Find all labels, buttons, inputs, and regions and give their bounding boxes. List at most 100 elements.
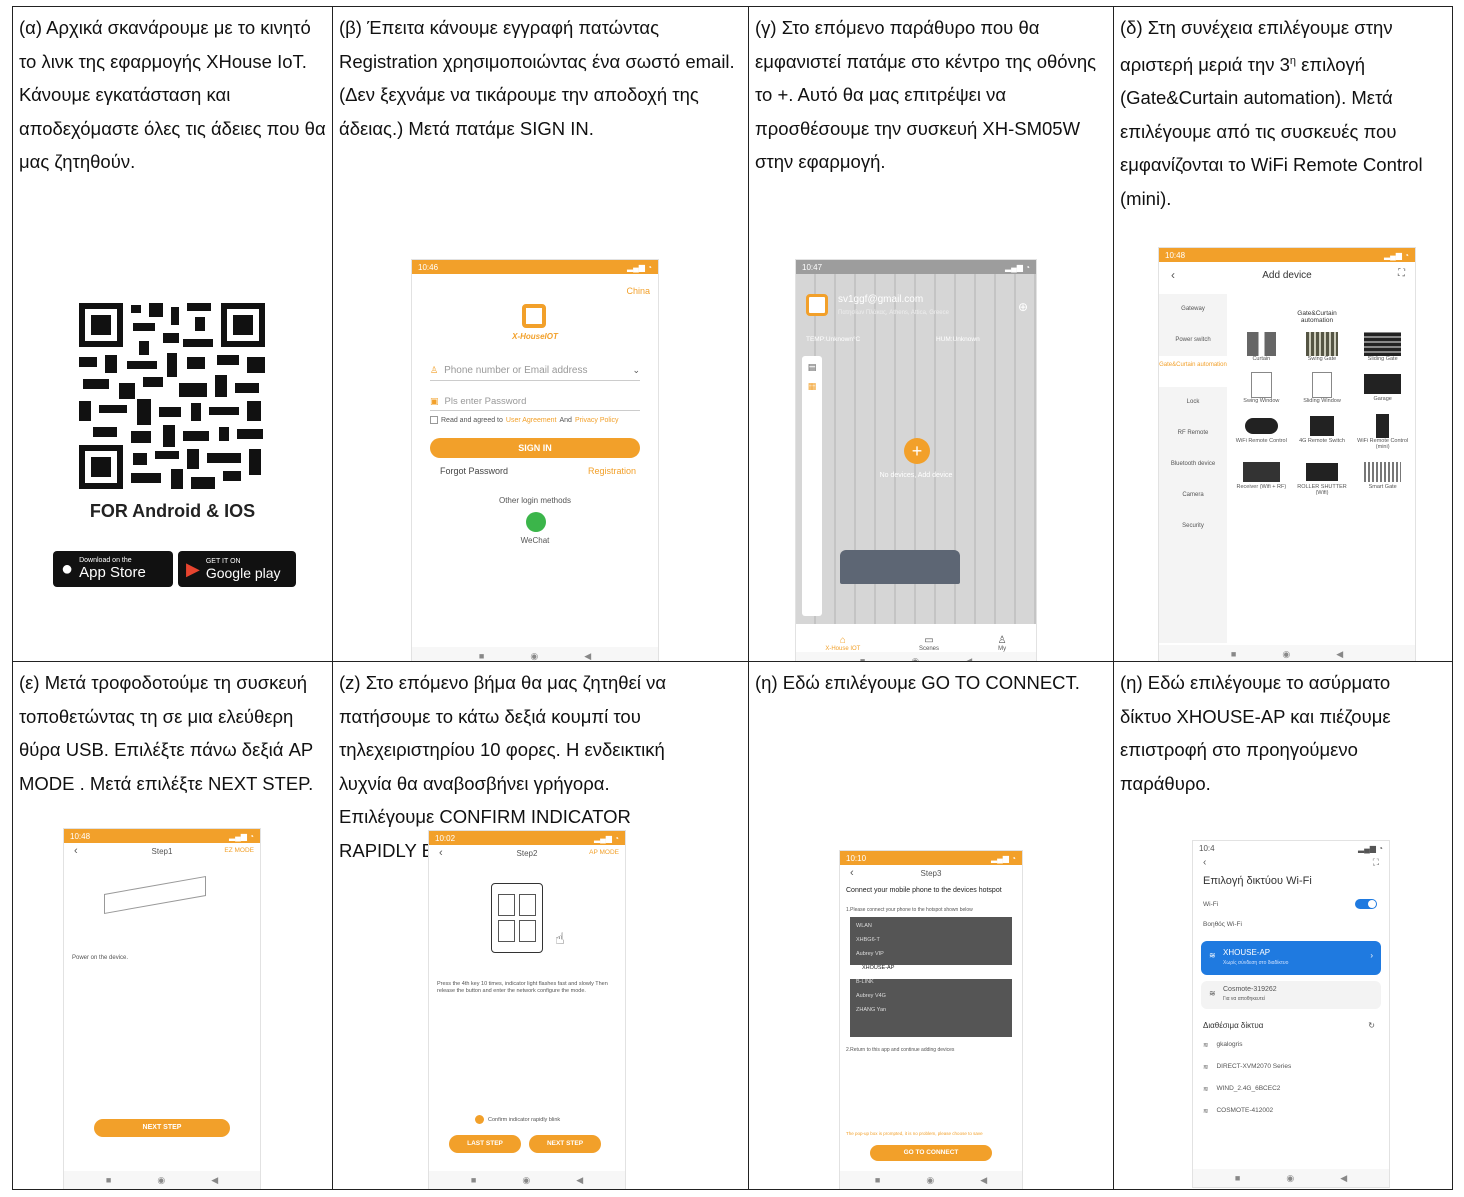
network-item[interactable]: ≋ WIND_2.4G_6BCEC2 [1203,1085,1379,1107]
google-play-badge[interactable]: ▶ GET IT ON Google play [178,551,296,587]
back-icon[interactable]: ◀ [576,1175,583,1186]
checkbox-checked-icon[interactable] [475,1115,484,1124]
password-field[interactable]: ▣ Pls enter Password [430,392,640,411]
ez-mode-button[interactable]: EZ MODE [224,847,254,854]
device-receiver[interactable]: Receiver (Wifi + RF) [1231,460,1292,496]
caption-b: (β) Έπειτα κάνουμε εγγραφή πατώντας Regi… [339,17,735,139]
scan-icon[interactable]: ⛶ [1398,268,1405,279]
cell-d: (δ) Στη συνέχεια επιλέγουμε στην αριστερ… [1113,6,1453,662]
device-smart-gate[interactable]: Smart Gate [1352,460,1413,496]
category-item[interactable]: Bluetooth device [1159,449,1227,480]
device-roller-shutter[interactable]: ROLLER SHUTTER (Wifi) [1292,460,1353,496]
next-step-button[interactable]: NEXT STEP [529,1135,601,1153]
category-item[interactable]: Gateway [1159,294,1227,325]
page-title: Επιλογή δικτύου Wi-Fi [1203,875,1312,887]
cell-h2: (η) Εδώ επιλέγουμε το ασύρματο δίκτυο XH… [1113,661,1453,1190]
next-step-button[interactable]: NEXT STEP [94,1119,230,1137]
cell-c: (γ) Στο επόμενο παράθυρο που θα εμφανιστ… [748,6,1114,662]
network-item[interactable]: ≋ DIRECT-XVM2070 Series [1203,1063,1379,1085]
gateway-icon[interactable]: ▤ [802,362,822,373]
device-curtain[interactable]: Curtain [1231,332,1292,362]
back-icon[interactable]: ◀ [584,651,591,661]
tab-my[interactable]: ♙ My [998,635,1007,652]
tab-home[interactable]: ⌂ X-House IOT [825,635,860,652]
device-garage[interactable]: Garage [1352,372,1413,404]
category-item[interactable]: Security [1159,511,1227,542]
device-sliding-gate[interactable]: Sliding Gate [1352,332,1413,362]
page-title: Step3 [920,869,942,878]
ap-mode-button[interactable]: AP MODE [589,849,619,856]
app-store-badge[interactable]: ● Download on the App Store [53,551,173,587]
back-icon[interactable]: ◀ [980,1175,987,1186]
recent-icon[interactable]: ■ [471,1175,476,1185]
email-field[interactable]: ♙ Phone number or Email address ⌄ [430,360,640,381]
device-swing-gate[interactable]: Swing Gate [1292,332,1353,362]
platforms-label: FOR Android & IOS [89,501,256,521]
window-icon [1251,372,1272,398]
category-item-selected[interactable]: Gate&Curtain automation [1159,356,1227,387]
cell-a: (α) Αρχικά σκανάρουμε με το κινητό το λι… [12,6,333,662]
device-wifi-remote-mini[interactable]: WiFi Remote Control (mini) [1352,414,1413,450]
recent-icon[interactable]: ■ [479,651,484,661]
refresh-icon[interactable]: ↻ [1368,1021,1375,1030]
wechat-icon[interactable] [526,512,546,532]
chevron-right-icon[interactable]: › [1370,951,1373,960]
category-item[interactable]: Camera [1159,480,1227,511]
category-item[interactable]: RF Remote [1159,418,1227,449]
chevron-down-icon[interactable]: ⌄ [632,365,640,376]
agree-row[interactable]: Read and agreed to User Agreement And Priv… [430,416,619,424]
network-item[interactable]: ≋ COSMOTE-412002 [1203,1107,1379,1129]
home-icon[interactable]: ◉ [522,1175,530,1186]
forgot-password-link[interactable]: Forgot Password [440,466,508,476]
caption-e: (ε) Μετά τροφοδοτούμε τη συσκευή τοποθετ… [19,672,314,794]
device-swing-window[interactable]: Swing Window [1231,372,1292,404]
caption-h1: (η) Εδώ επιλέγουμε GO TO CONNECT. [755,672,1080,693]
wifi-toggle[interactable] [1355,899,1377,909]
recent-icon[interactable]: ■ [875,1175,880,1185]
android-nav: ■ ◉ ◀ [429,1171,625,1189]
home-icon[interactable]: ◉ [1282,649,1290,660]
category-item[interactable]: Lock [1159,387,1227,418]
region-link[interactable]: China [626,286,650,296]
wifi-screenshot: 10:4 ▂▄▆ ◔ ‹ ⛶ Επιλογή δικτύου Wi-Fi Wi-F… [1192,840,1390,1188]
signal-icon: ▂▄▆ ◔ [228,831,254,841]
device-sliding-window[interactable]: Sliding Window [1292,372,1353,404]
curtain-icon [1247,332,1276,356]
sign-in-button[interactable]: SIGN IN [430,438,640,458]
home-icon[interactable]: ◉ [530,651,538,661]
recent-icon[interactable]: ■ [1235,1173,1240,1183]
back-icon[interactable]: ◀ [1340,1173,1347,1184]
tab-scenes[interactable]: ▭ Scenes [919,635,939,652]
last-step-button[interactable]: LAST STEP [449,1135,521,1153]
add-device-plus-button[interactable]: + [904,438,930,464]
scan-icon[interactable]: ⛶ [1373,857,1379,868]
tab-bar: ⌂ X-House IOT ▭ Scenes ♙ My [796,624,1036,652]
device-wifi-remote[interactable]: WiFi Remote Control [1231,414,1292,450]
wechat-label: WeChat [520,536,550,545]
sofa [840,550,960,584]
recent-icon[interactable]: ■ [106,1175,111,1185]
network-cosmote[interactable]: ≋ Cosmote-319262 Για να αποθηκευτεί [1201,981,1381,1009]
registration-link[interactable]: Registration [588,466,636,476]
back-icon[interactable]: ◀ [211,1175,218,1186]
agree-checkbox[interactable] [430,416,438,424]
caption-h2: (η) Εδώ επιλέγουμε το ασύρματο δίκτυο XH… [1120,672,1391,794]
add-icon[interactable]: ⊕ [1018,300,1028,314]
recent-icon[interactable]: ■ [1231,649,1236,659]
home-icon[interactable]: ◉ [926,1175,934,1186]
network-item[interactable]: ≋ gkalogris [1203,1041,1379,1063]
user-icon: ♙ [430,364,439,375]
home-icon[interactable]: ◉ [1286,1173,1294,1184]
go-to-connect-button[interactable]: GO TO CONNECT [870,1145,992,1161]
back-icon[interactable]: ◀ [1336,649,1343,660]
back-arrow-icon[interactable]: ‹ [1203,857,1206,868]
confirm-checkbox-row[interactable]: Confirm indicator rapidly blink [475,1115,560,1124]
home-icon[interactable]: ◉ [157,1175,165,1186]
step3-screenshot: 10:10 ▂▄▆ ◔ ‹ Step3 Connect your mobile p… [839,850,1023,1189]
remote-drawing [491,883,543,953]
remote-mini-icon [1376,414,1389,438]
category-item[interactable]: Power switch [1159,325,1227,356]
room-icon[interactable]: ▦ [802,381,822,392]
device-4g-switch[interactable]: 4G Remote Switch [1292,414,1353,450]
network-xhouse-ap-selected[interactable]: ≋ XHOUSE-AP Χωρίς σύνδεση στο διαδίκτυο … [1201,941,1381,975]
